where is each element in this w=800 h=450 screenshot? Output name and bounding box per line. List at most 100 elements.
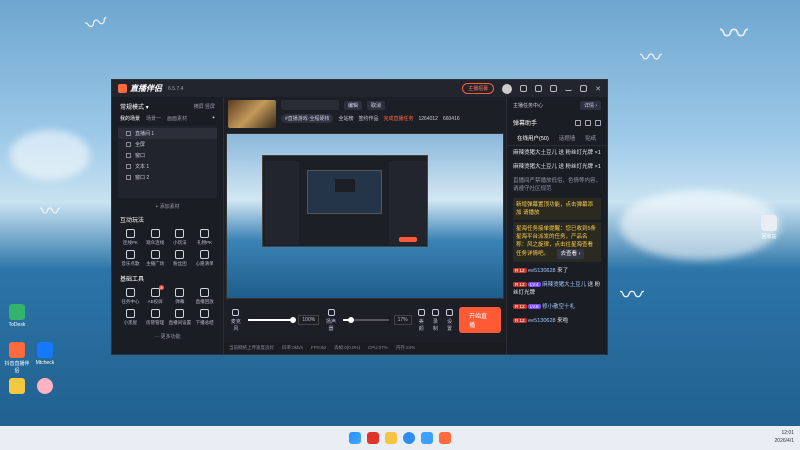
tool-replay[interactable]: 直播回放 [192, 288, 217, 305]
source-icon [126, 142, 131, 147]
seagull-decoration: 〰 [640, 45, 663, 70]
slider-knob[interactable] [290, 317, 297, 323]
username[interactable]: ee5130628 [528, 318, 556, 324]
settings-icon[interactable] [585, 119, 591, 126]
tab-online-users[interactable]: 在线用户(50) [517, 134, 549, 142]
mic-button[interactable]: 麦克风 [229, 308, 243, 332]
live-companion-icon [9, 342, 25, 358]
chat-message[interactable]: R 12 ee5130628 来啦 [507, 314, 607, 328]
tab-topic-wall[interactable]: 话题墙 [559, 134, 576, 142]
mode-selector[interactable]: 常规模式 ▾ 横屏 竖屏 [112, 97, 223, 114]
tool-room-settings[interactable]: 直播间设置 [168, 309, 193, 326]
stream-tag[interactable]: #直播游戏·全程硬核 [281, 114, 334, 123]
tool-label: 房管管理 [146, 320, 165, 325]
source-item[interactable]: 窗口 2 [118, 172, 217, 183]
tool-blacklist[interactable]: 小黑屋 [118, 309, 143, 326]
chat-message[interactable]: R 12 LV.6 修小散空十礼 [507, 300, 607, 314]
tool-mini-game[interactable]: 小玩法 [168, 229, 193, 246]
task-hint-link[interactable]: 完成直播任务 [383, 115, 413, 122]
chat-message[interactable]: R 12 LV.4 麻辣烫猪大土豆儿 送 粉丝灯光牌 [507, 278, 607, 300]
app-logo: 直播伴侣 6.5.7.4 [118, 83, 183, 94]
gear-icon[interactable] [550, 85, 558, 92]
cancel-button[interactable]: 取消 [367, 100, 386, 110]
tool-danmu[interactable]: 弹幕 [168, 288, 193, 305]
tool-music[interactable]: 音乐点歌 [118, 250, 143, 267]
live-companion-taskbar-icon[interactable] [439, 432, 451, 444]
tool-task[interactable]: 任务中心 [118, 288, 143, 305]
user-avatar[interactable] [502, 83, 513, 94]
tab-scene-one[interactable]: 场景一 [146, 115, 161, 122]
more-functions-button[interactable]: ··· 更多功能 [112, 328, 223, 340]
speaker-button[interactable]: 扬声器 [324, 308, 338, 332]
desktop-icon-todesk[interactable]: ToDesk [4, 304, 30, 328]
tool-gift-pk[interactable]: 礼物PK [192, 229, 217, 246]
settings-button[interactable]: 设置 [445, 308, 454, 332]
wps-icon[interactable] [367, 432, 379, 444]
portrait-link[interactable]: 竖屏 [205, 104, 215, 110]
stream-cover[interactable] [228, 100, 276, 128]
desktop-icon-avatar[interactable] [32, 378, 58, 396]
username[interactable]: 麻辣烫猪大土豆儿 [542, 282, 586, 288]
settings-label: 设置 [447, 318, 453, 332]
username[interactable]: ee5130628 [528, 268, 556, 274]
tool-pk[interactable]: 连线PK [118, 229, 143, 246]
add-source-button[interactable]: + 添加素材 [112, 201, 223, 210]
record-label: 录制 [432, 318, 438, 332]
tool-fans[interactable]: 粉丝团 [168, 250, 193, 267]
gear-icon [446, 308, 454, 316]
source-item[interactable]: 直播间 1 [118, 128, 217, 139]
headset-icon[interactable] [535, 85, 543, 92]
username[interactable]: 修小散空十礼 [542, 304, 575, 310]
browser-icon[interactable] [403, 432, 415, 444]
tool-audience-link[interactable]: 观众连线 [143, 229, 168, 246]
landscape-link[interactable]: 横屏 [194, 104, 204, 110]
chat-message[interactable]: R 12 ee5130628 来了 [507, 264, 607, 278]
maximize-icon[interactable] [580, 85, 588, 92]
minimize-icon[interactable] [565, 87, 573, 91]
source-item[interactable]: 窗口 [118, 150, 217, 161]
windows-start-icon[interactable] [349, 432, 361, 444]
chat-message[interactable]: 麻辣烫猪大土豆儿 送 粉丝灯光牌 ×1 [507, 146, 607, 160]
chat-message[interactable]: 麻辣烫猪大土豆儿 送 粉丝灯光牌 ×1 [507, 160, 607, 174]
tool-ab-cast[interactable]: 8 AB投屏 [143, 285, 168, 305]
desktop-icon-mtcheck[interactable]: Mtcheck [32, 342, 58, 366]
tool-square[interactable]: 主播广场 [143, 250, 168, 267]
tool-summary[interactable]: 下播总结 [192, 309, 217, 326]
tab-my-scene[interactable]: 我的场景 [120, 115, 140, 122]
slider-knob[interactable] [347, 317, 354, 323]
desktop-icon-folder[interactable] [4, 378, 30, 396]
messenger-icon[interactable] [421, 432, 433, 444]
mic-volume-slider[interactable] [247, 317, 297, 323]
total-rank-link[interactable]: 全站榜 [338, 115, 353, 122]
popout-icon[interactable] [595, 119, 601, 126]
speaker-volume-value[interactable]: 17% [393, 315, 412, 325]
app-window: 直播伴侣 6.5.7.4 主播招募 ✕ 常规模式 ▾ 横屏 竖屏 我的场景 场景… [111, 79, 608, 355]
app-version: 6.5.7.4 [168, 85, 184, 92]
stream-title-input[interactable] [281, 100, 339, 110]
desktop-icon-live-companion[interactable]: 抖音直播伴侣 [4, 342, 30, 374]
expand-icon[interactable] [575, 119, 581, 126]
explorer-icon[interactable] [385, 432, 397, 444]
live-preview[interactable] [226, 133, 504, 299]
record-button[interactable]: 录制 [431, 308, 440, 332]
view-button[interactable]: 去查看 › [556, 249, 585, 259]
task-details-button[interactable]: 详情 › [579, 101, 601, 110]
add-scene-icon[interactable]: + [212, 115, 215, 122]
system-tray[interactable]: 12:01 2026/4/1 [775, 429, 794, 445]
start-live-button[interactable]: 开始直播 [459, 307, 502, 333]
message-icon[interactable] [520, 85, 528, 92]
speaker-volume-slider[interactable] [342, 317, 389, 323]
close-icon[interactable]: ✕ [595, 85, 601, 93]
tool-admin[interactable]: 房管管理 [143, 309, 168, 326]
tab-stickers[interactable]: 贴纸 [585, 134, 596, 142]
seagull-decoration: 〰 [720, 18, 749, 49]
edit-button[interactable]: 编辑 [344, 100, 363, 110]
mic-volume-value[interactable]: 100% [298, 315, 320, 325]
beauty-button[interactable]: 美颜 [417, 308, 426, 332]
source-item[interactable]: 文本 1 [118, 161, 217, 172]
tool-wish[interactable]: 心愿清单 [192, 250, 217, 267]
source-item[interactable]: 全屏 [118, 139, 217, 150]
tab-materials[interactable]: 画面素材 [167, 115, 187, 122]
desktop-icon-recycle[interactable]: 回收站 [756, 215, 782, 240]
anchor-recruit-button[interactable]: 主播招募 [462, 83, 495, 94]
